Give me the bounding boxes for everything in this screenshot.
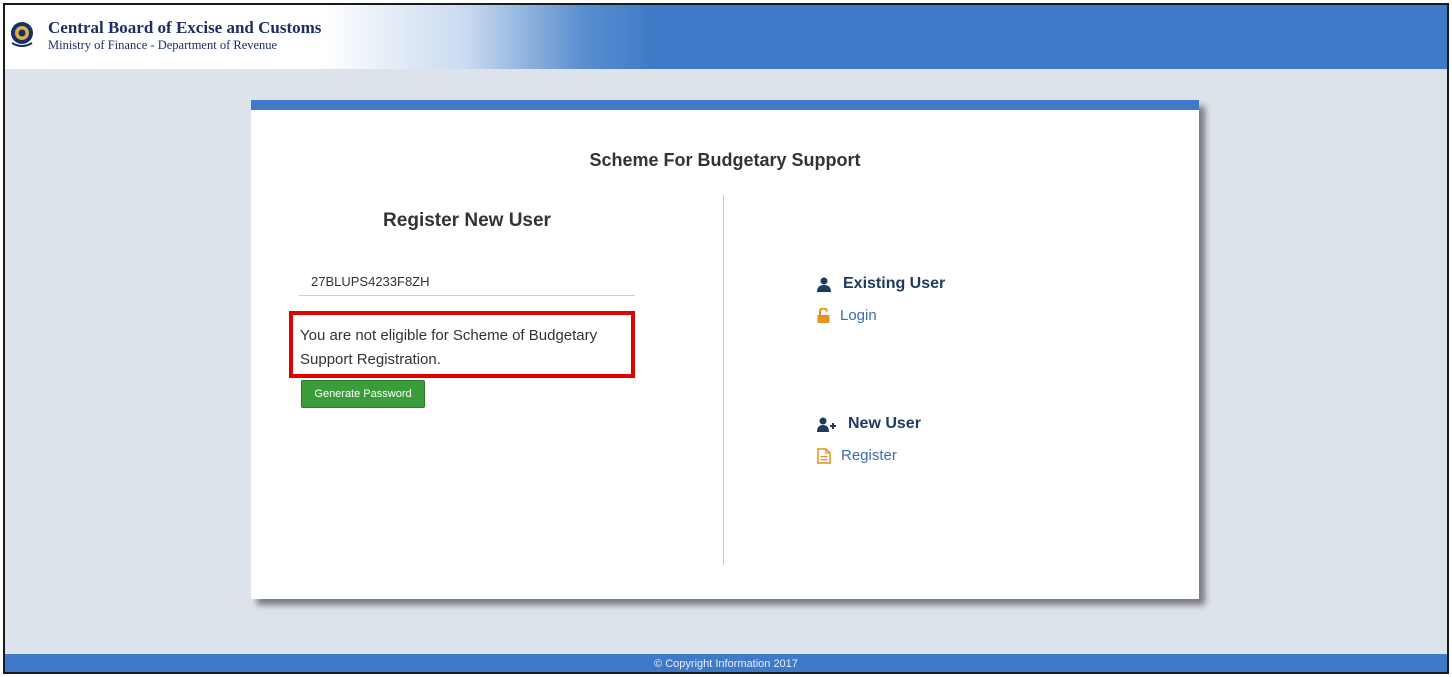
site-footer: © Copyright Information 2017 xyxy=(5,654,1447,672)
generate-password-button[interactable]: Generate Password xyxy=(301,380,425,408)
new-user-label: New User xyxy=(848,415,921,432)
existing-user-section: Existing User Login xyxy=(817,275,945,324)
page-title: Scheme For Budgetary Support xyxy=(589,150,861,170)
register-link[interactable]: Register xyxy=(817,447,921,464)
org-title: Central Board of Excise and Customs xyxy=(48,18,322,37)
emblem-icon xyxy=(11,22,33,47)
login-link[interactable]: Login xyxy=(817,307,945,324)
site-header: Central Board of Excise and Customs Mini… xyxy=(5,5,1447,69)
user-plus-icon xyxy=(817,417,836,432)
registration-card: Scheme For Budgetary Support Register Ne… xyxy=(251,100,1199,599)
document-icon xyxy=(817,447,831,464)
eligibility-message: You are not eligible for Scheme of Budge… xyxy=(300,327,598,368)
register-heading: Register New User xyxy=(383,210,551,231)
column-divider xyxy=(723,195,724,565)
register-link-label: Register xyxy=(841,447,897,464)
new-user-section: New User Register xyxy=(817,415,921,464)
gstin-input[interactable] xyxy=(299,268,635,296)
login-link-label: Login xyxy=(840,307,877,324)
existing-user-heading: Existing User xyxy=(817,275,945,293)
org-subtitle: Ministry of Finance - Department of Reve… xyxy=(48,38,278,52)
new-user-heading: New User xyxy=(817,415,921,433)
user-icon xyxy=(817,277,831,292)
screenshot-frame: Central Board of Excise and Customs Mini… xyxy=(3,3,1449,674)
existing-user-label: Existing User xyxy=(843,275,946,292)
unlock-icon xyxy=(817,308,830,323)
